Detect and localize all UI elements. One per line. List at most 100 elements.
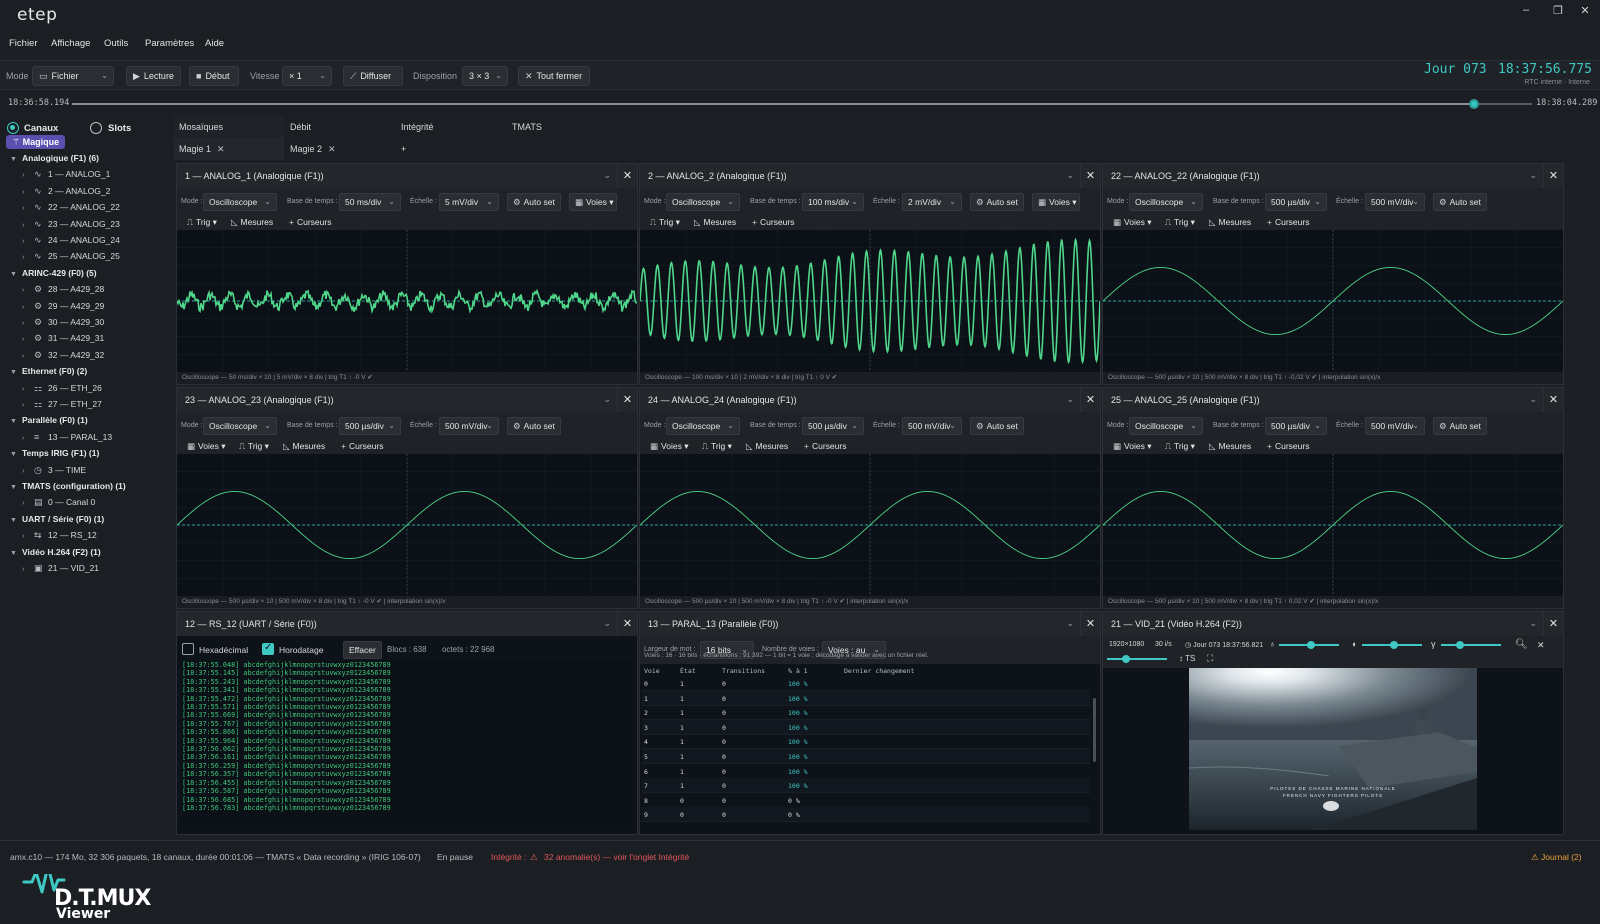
chevron-right-icon[interactable]: › [22,566,34,573]
close-panel-button[interactable]: ✕ [617,612,637,636]
menu-help[interactable]: Aide [205,38,224,49]
scale-select[interactable]: 500 mV/div ⌄ [439,417,499,435]
oscilloscope-display[interactable] [640,230,1100,372]
close-window-button[interactable]: ✕ [1575,4,1595,18]
table-row[interactable]: 0 1 0 100 % [642,676,1090,691]
table-row[interactable]: 1 1 0 100 % [642,690,1090,706]
tab-magic-2[interactable]: Magie 2 ✕ [285,138,395,160]
scale-select[interactable]: 500 mV/div ⌄ [902,417,962,435]
timestamp-checkbox[interactable] [262,642,274,655]
trigger-button[interactable]: ⎍ Trig ▾ [181,213,221,231]
timebase-select[interactable]: 100 ms/div ⌄ [802,193,864,211]
measures-button[interactable]: ◺ Mesures [277,437,331,455]
magic-button[interactable]: ⚚ Magique [6,135,66,149]
scale-select[interactable]: 5 mV/div ⌄ [439,193,499,211]
chevron-down-icon[interactable]: ⌄ [1529,170,1537,181]
mode-select[interactable]: Oscilloscope ⌄ [1129,193,1203,211]
layout-select[interactable]: 3 × 3 ⌄ [462,66,508,86]
chevron-down-icon[interactable]: ⌄ [603,170,611,181]
cursors-button[interactable]: + Curseurs [283,213,335,231]
radio-slots[interactable] [90,122,102,134]
menu-settings[interactable]: Paramètres [145,38,194,49]
menu-view[interactable]: Affichage [51,38,90,49]
chevron-down-icon[interactable]: ⌄ [603,618,611,629]
measures-button[interactable]: ◺ Mesures [1203,213,1257,231]
channels-button[interactable]: ▦ Voies ▾ [569,193,617,211]
chevron-right-icon[interactable]: › [22,533,34,540]
broadcast-button[interactable]: ⟋ Diffuser [343,66,403,86]
close-panel-button[interactable]: ✕ [1080,164,1100,188]
radio-channels[interactable] [7,122,19,134]
table-row[interactable]: 2 1 0 100 % [642,705,1090,721]
auto-set-button[interactable]: ⚙ Auto set [970,193,1024,211]
hex-checkbox[interactable] [182,643,194,655]
tree-item[interactable]: › ◷ 3 — TIME [22,465,86,481]
cursors-button[interactable]: + Curseurs [335,437,387,455]
close-panel-button[interactable]: ✕ [617,164,637,188]
close-all-button[interactable]: ✕ Tout fermer [518,66,590,86]
tree-item[interactable]: › ⇆ 12 — RS_12 [22,530,97,546]
close-panel-button[interactable]: ✕ [617,388,637,412]
menu-file[interactable]: Fichier [9,38,38,49]
chevron-down-icon[interactable]: ⌄ [603,394,611,405]
slider-thumb[interactable] [1307,641,1315,649]
tree-group[interactable]: ▼ ARINC-429 (F0) (5) [10,268,97,284]
tree-item[interactable]: › ▣ 21 — VID_21 [22,563,99,579]
close-panel-button[interactable]: ✕ [1080,612,1100,636]
scale-select[interactable]: 500 mV/div ⌄ [1365,417,1425,435]
menu-tools[interactable]: Outils [104,38,128,49]
auto-set-button[interactable]: ⚙ Auto set [507,193,561,211]
tree-item[interactable]: › ≡ 13 — PARAL_13 [22,432,112,448]
table-row[interactable]: 5 1 0 100 % [642,749,1090,764]
scrollbar[interactable] [1093,698,1096,762]
tree-item[interactable]: › ⚙ 29 — A429_29 [22,301,104,317]
chevron-right-icon[interactable]: › [22,254,34,261]
close-icon[interactable]: ✕ [328,144,336,154]
chevron-right-icon[interactable]: › [22,287,34,294]
measures-button[interactable]: ◺ Mesures [688,213,742,231]
chevron-right-icon[interactable]: › [22,468,34,475]
mode-select[interactable]: Oscilloscope ⌄ [1129,417,1203,435]
auto-set-button[interactable]: ⚙ Auto set [1433,417,1487,435]
timebase-select[interactable]: 500 µs/div ⌄ [339,417,401,435]
oscilloscope-display[interactable] [640,454,1100,596]
cursors-button[interactable]: + Curseurs [1261,437,1313,455]
auto-set-button[interactable]: ⚙ Auto set [970,417,1024,435]
play-button[interactable]: ▶ Lecture [126,66,181,86]
gamma-slider[interactable] [1441,641,1501,649]
table-row[interactable]: 4 1 0 100 % [642,734,1090,750]
clear-button[interactable]: Effacer [343,641,382,659]
channels-button[interactable]: ▦ Voies ▾ [644,437,692,455]
chevron-down-icon[interactable]: ⌄ [1066,618,1074,629]
mode-select[interactable]: ▭ Fichier ⌄ [32,66,114,86]
channels-button[interactable]: ▦ Voies ▾ [1107,213,1155,231]
tree-item[interactable]: › ∿ 23 — ANALOG_23 [22,219,120,235]
tree-group[interactable]: ▼ TMATS (configuration) (1) [10,481,126,497]
chevron-right-icon[interactable]: › [22,304,34,311]
mode-select[interactable]: Oscilloscope ⌄ [666,193,740,211]
chevron-down-icon[interactable]: ⌄ [1066,170,1074,181]
serial-log[interactable]: [18:37:55.048] abcdefghijklmnopqrstuvwxy… [182,661,632,830]
chevron-down-icon[interactable]: ▼ [10,369,22,376]
oscilloscope-display[interactable] [1103,230,1563,372]
trigger-button[interactable]: ⎍ Trig ▾ [1159,213,1199,231]
contrast-slider[interactable] [1362,641,1422,649]
chevron-right-icon[interactable]: › [22,402,34,409]
chevron-down-icon[interactable]: ⌄ [1529,394,1537,405]
timeline-slider[interactable] [72,99,1532,109]
tree-group[interactable]: ▼ Parallèle (F0) (1) [10,415,88,431]
tree-item[interactable]: › ▤ 0 — Canal 0 [22,497,95,513]
chevron-down-icon[interactable]: ▼ [10,550,22,557]
chevron-right-icon[interactable]: › [22,189,34,196]
chevron-right-icon[interactable]: › [22,336,34,343]
tree-item[interactable]: › ⚏ 26 — ETH_26 [22,383,102,399]
measures-button[interactable]: ◺ Mesures [1203,437,1257,455]
cursors-button[interactable]: + Curseurs [798,437,850,455]
table-row[interactable]: 7 1 0 100 % [642,778,1090,794]
chevron-right-icon[interactable]: › [22,386,34,393]
chevron-right-icon[interactable]: › [22,205,34,212]
mode-select[interactable]: Oscilloscope ⌄ [203,417,277,435]
timebase-select[interactable]: 500 µs/div ⌄ [1265,417,1327,435]
ts-button[interactable]: ↕ TS [1179,654,1195,663]
integrity-message[interactable]: 32 anomalie(s) — voir l'onglet Intégrité [544,852,689,862]
